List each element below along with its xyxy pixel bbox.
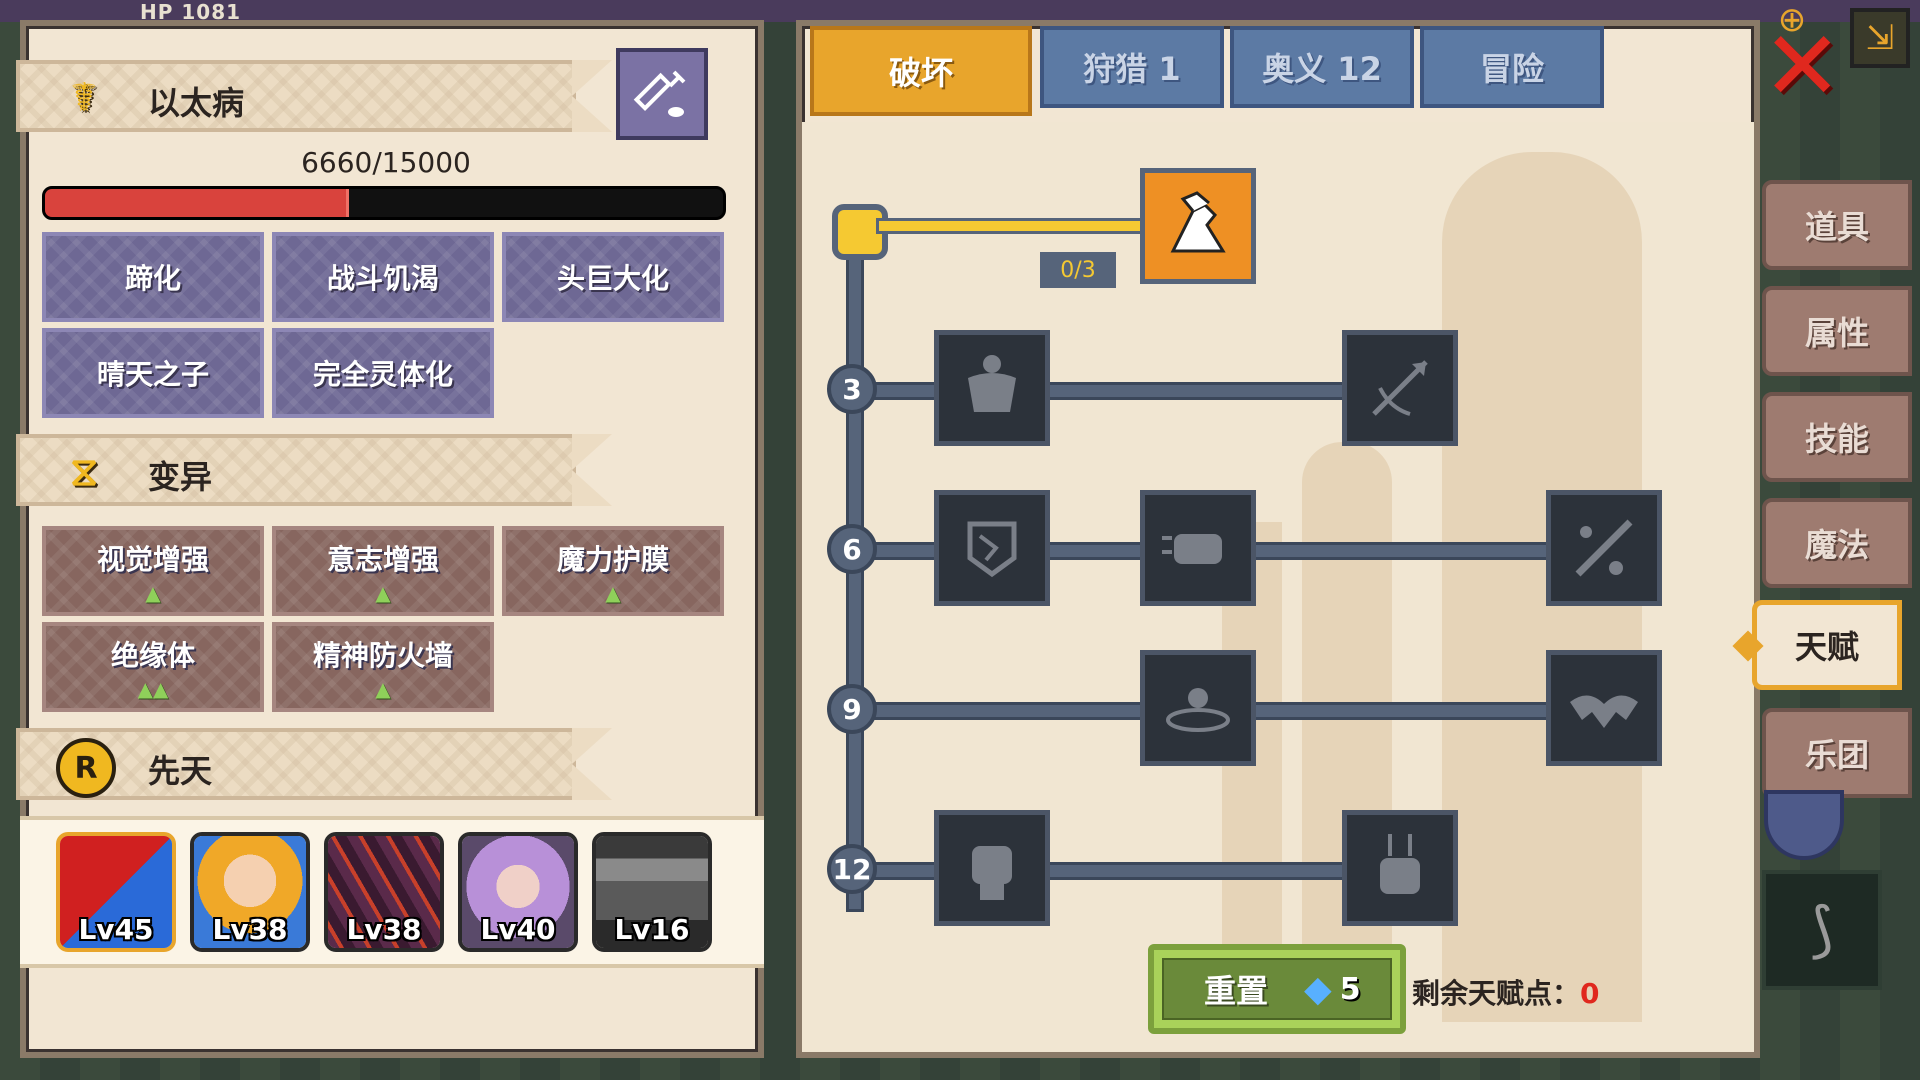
tab-destruction[interactable]: 破坏 (810, 26, 1032, 116)
tab-hunt[interactable]: 狩猎 1 (1040, 26, 1224, 108)
character-status-panel: ☤ 以太病 6660/15000 蹄化 战斗饥渴 头巨大化 晴天之子 完全灵体化… (16, 20, 764, 1058)
ripple-icon (1166, 688, 1230, 732)
syringe-button[interactable] (616, 48, 708, 140)
skill-bat[interactable] (1546, 650, 1662, 766)
disease-tag[interactable]: 完全灵体化 (272, 328, 494, 418)
dna-icon: ⧖ (69, 449, 99, 495)
mutation-tag[interactable]: 精神防火墙 ▲ (272, 622, 494, 712)
sidebar-tab-skills[interactable]: 技能 (1762, 392, 1912, 482)
skill-ripple[interactable] (1140, 650, 1256, 766)
talent-panel: 破坏 狩猎 1 奥义 12 冒险 3 6 9 12 0/3 (796, 20, 1760, 1058)
disease-tag[interactable]: 晴天之子 (42, 328, 264, 418)
level-node: 6 (827, 524, 877, 574)
character-row: Lv45 Lv38 Lv38 Lv40 Lv16 (20, 816, 764, 968)
shield-break-icon (967, 521, 1017, 578)
character-portrait[interactable]: Lv40 (458, 832, 578, 952)
level-node: 9 (827, 684, 877, 734)
disease-tag[interactable]: 蹄化 (42, 232, 264, 322)
hp-bar-fill (45, 189, 350, 217)
hp-label: 6660/15000 (301, 146, 471, 179)
bow-icon: ⟆ (1810, 895, 1834, 965)
hp-bar (42, 186, 726, 220)
strongman-icon (968, 355, 1016, 412)
remaining-points-value: 0 (1580, 977, 1600, 1010)
fist-icon (972, 846, 1012, 900)
mutation-tag[interactable]: 绝缘体 ▲▲ (42, 622, 264, 712)
sidebar-tab-magic[interactable]: 魔法 (1762, 498, 1912, 588)
level-node: 12 (827, 844, 877, 894)
exit-icon: ⇲ (1865, 18, 1895, 58)
mutation-title: 变异 (148, 458, 213, 496)
mutation-header: ⧖ 变异 (16, 434, 612, 506)
level-marks: ▲▲ (137, 677, 169, 701)
syringe-icon (633, 70, 686, 117)
mutation-tag[interactable]: 魔力护膜 ▲ (502, 526, 724, 616)
skill-shield-break[interactable] (934, 490, 1050, 606)
tab-adventure[interactable]: 冒险 (1420, 26, 1604, 108)
innate-header: R 先天 (16, 728, 612, 800)
character-portrait[interactable]: Lv38 (190, 832, 310, 952)
sidebar-tab-talent[interactable]: 天赋 (1732, 600, 1902, 690)
skill-fist[interactable] (934, 810, 1050, 926)
level-marks: ▲ (375, 581, 391, 605)
character-portrait[interactable]: Lv16 (592, 832, 712, 952)
sidebar-tab-band[interactable]: 乐团 (1762, 708, 1912, 798)
tower-silhouette (1302, 442, 1392, 1022)
bat-icon (1570, 695, 1638, 728)
disease-tag[interactable]: 头巨大化 (502, 232, 724, 322)
tree-active-line (876, 218, 1162, 234)
tab-arcane[interactable]: 奥义 12 (1230, 26, 1414, 108)
diamond-icon: ◆ (1304, 968, 1332, 1010)
sidebar-tab-items[interactable]: 道具 (1762, 180, 1912, 270)
skill-blood-slash[interactable] (1546, 490, 1662, 606)
skill-arm-wrestle[interactable] (1140, 168, 1256, 284)
punch-icon (1162, 534, 1222, 564)
skill-counter: 0/3 (1040, 252, 1116, 288)
skill-iron-fist[interactable] (1342, 810, 1458, 926)
character-portrait[interactable]: Lv45 (56, 832, 176, 952)
mutation-tag[interactable]: 视觉增强 ▲ (42, 526, 264, 616)
remaining-points: 剩余天赋点：0 (1412, 977, 1600, 1010)
mutation-tag[interactable]: 意志增强 ▲ (272, 526, 494, 616)
hud-strip: HP 1081 (0, 0, 1920, 24)
level-marks: ▲ (375, 677, 391, 701)
arrow-icon (1372, 360, 1428, 416)
level-marks: ▲ (605, 581, 621, 605)
arm-wrestle-icon (1170, 191, 1226, 253)
blood-slash-icon (1575, 519, 1633, 577)
character-portrait[interactable]: Lv38 (324, 832, 444, 952)
reset-button[interactable]: 重置 ◆ 5 (1148, 944, 1406, 1034)
level-node: 3 (827, 364, 877, 414)
skill-arrow[interactable] (1342, 330, 1458, 446)
skill-strongman[interactable] (934, 330, 1050, 446)
close-button[interactable]: ✕ (1762, 18, 1842, 114)
level-marks: ▲ (145, 581, 161, 605)
gem-cost: 5 (1339, 971, 1361, 1007)
disease-header: ☤ 以太病 (16, 60, 612, 132)
exit-button[interactable]: ⇲ (1850, 8, 1910, 68)
iron-fist-icon (1380, 834, 1420, 894)
bow-button[interactable]: ⟆ (1762, 870, 1882, 990)
caduceus-icon: ☤ (70, 75, 98, 121)
r-coin-icon: R (56, 738, 116, 798)
innate-title: 先天 (148, 752, 213, 790)
skill-punch[interactable] (1140, 490, 1256, 606)
sidebar-tab-attributes[interactable]: 属性 (1762, 286, 1912, 376)
disease-title: 以太病 (148, 84, 245, 122)
disease-tag[interactable]: 战斗饥渴 (272, 232, 494, 322)
